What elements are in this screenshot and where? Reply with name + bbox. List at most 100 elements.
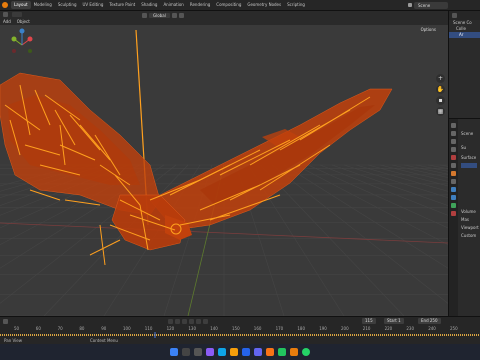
timeline-editor-icon[interactable] — [3, 319, 8, 324]
constraint-tab-icon[interactable] — [451, 195, 456, 200]
render-tab-icon[interactable] — [451, 131, 456, 136]
bone[interactable] — [89, 239, 121, 256]
modifier-tab-icon[interactable] — [451, 179, 456, 184]
object-menu[interactable]: Object — [14, 19, 33, 24]
timeline-tick-label: 160 — [253, 326, 262, 331]
timeline-tick-label: 220 — [384, 326, 393, 331]
timeline-tick-label: 100 — [123, 326, 131, 331]
workspace-tab-sculpting[interactable]: Sculpting — [55, 1, 80, 9]
data-tab-icon[interactable] — [451, 203, 456, 208]
current-frame-field[interactable]: 115 — [362, 318, 376, 324]
pivot-icon[interactable] — [171, 12, 177, 18]
snap-icon[interactable] — [178, 12, 184, 18]
transform-orientation[interactable]: Global — [142, 12, 184, 18]
windows-start-icon[interactable] — [170, 348, 178, 356]
navigation-gizmo[interactable] — [0, 25, 40, 61]
timeline-tick-label: 140 — [210, 326, 218, 331]
camera-view-icon[interactable]: ▪ — [436, 96, 445, 105]
workspace-tab-shading[interactable]: Shading — [138, 1, 160, 9]
viewport-options[interactable]: Options — [421, 27, 436, 32]
chat-icon[interactable] — [206, 348, 214, 356]
blender-logo-icon[interactable] — [2, 2, 8, 8]
pan-hand-icon[interactable]: ✋ — [436, 85, 445, 94]
orientation-icon — [142, 12, 147, 18]
task-view-icon[interactable] — [194, 348, 202, 356]
workspace-tab-animation[interactable]: Animation — [160, 1, 186, 9]
scene-selector[interactable]: Scene — [408, 2, 448, 9]
viewport-scene[interactable] — [0, 25, 448, 316]
physics-tab-icon[interactable] — [451, 187, 456, 192]
properties-panel: Scene Su Surface Volume Mas Viewport Cus… — [448, 118, 480, 316]
edge-browser-icon[interactable] — [218, 348, 226, 356]
frame-end-value: 250 — [429, 318, 438, 323]
timeline-tick-label: 150 — [232, 326, 240, 331]
scene-tab-icon[interactable] — [451, 155, 456, 160]
timeline-panel: 115 Start 1 End 250 50 60 70 80 90 100 110 120 1… — [0, 316, 480, 338]
chrome-icon[interactable] — [278, 348, 286, 356]
timeline-tick-label: 250 — [450, 326, 458, 331]
timeline-tick-label: 210 — [362, 326, 371, 331]
whatsapp-icon[interactable] — [302, 348, 310, 356]
workspace-tab-texture-paint[interactable]: Texture Paint — [106, 1, 138, 9]
timeline-tick-label: 230 — [406, 326, 415, 331]
3d-viewport[interactable]: Options + ✋ ▪ ▦ — [0, 25, 448, 316]
workspace-tab-geometry-nodes[interactable]: Geometry Nodes — [244, 1, 284, 9]
playback-controls — [168, 319, 208, 324]
workspace-tab-rendering[interactable]: Rendering — [187, 1, 213, 9]
prop-volume[interactable]: Volume — [461, 209, 476, 214]
prop-mas[interactable]: Mas — [461, 217, 469, 222]
workspace-tab-uv-editing[interactable]: UV Editing — [80, 1, 107, 9]
viewport-header: Global Add Object — [0, 11, 448, 25]
frame-start-label: Start — [387, 318, 397, 323]
timeline-tick-label: 90 — [101, 326, 107, 331]
material-tab-icon[interactable] — [451, 211, 456, 216]
blender-app-icon[interactable] — [290, 348, 298, 356]
timeline-tick-label: 170 — [275, 326, 284, 331]
timeline-tick-label: 60 — [35, 326, 41, 331]
play-reverse-icon[interactable] — [182, 319, 187, 324]
workspace-tab-modeling[interactable]: Modeling — [31, 1, 55, 9]
eagle-mesh[interactable] — [0, 72, 393, 251]
view-layer-tab-icon[interactable] — [451, 147, 456, 152]
prop-viewport[interactable]: Viewport — [461, 225, 479, 230]
timeline-tick-label: 240 — [428, 326, 436, 331]
prop-custom[interactable]: Custom — [461, 233, 476, 238]
workspace-tab-scripting[interactable]: Scripting — [284, 1, 308, 9]
add-menu[interactable]: Add — [0, 19, 14, 24]
zoom-icon[interactable]: + — [436, 74, 445, 83]
workspace-tab-layout[interactable]: Layout — [11, 1, 31, 9]
frame-start-field[interactable]: Start 1 — [384, 318, 404, 324]
outliner-header — [449, 11, 480, 20]
object-tab-icon[interactable] — [451, 171, 456, 176]
editor-type-icon[interactable] — [3, 12, 8, 17]
orientation-value[interactable]: Global — [149, 12, 170, 18]
os-taskbar — [0, 344, 480, 360]
workspace-tabs: Layout Modeling Sculpting UV Editing Texture… — [11, 1, 308, 9]
frame-end-label: End — [421, 318, 429, 323]
search-icon[interactable] — [182, 348, 190, 356]
frame-end-field[interactable]: End 250 — [418, 318, 441, 324]
next-key-icon[interactable] — [196, 319, 201, 324]
world-tab-icon[interactable] — [451, 163, 456, 168]
mode-selector[interactable] — [12, 12, 22, 17]
timeline-tick-label: 120 — [166, 326, 175, 331]
blender-taskbar-icon[interactable] — [266, 348, 274, 356]
scene-name: Scene — [418, 3, 431, 8]
jump-end-icon[interactable] — [203, 319, 208, 324]
outliner-editor-icon[interactable] — [452, 13, 457, 18]
outliner-armature[interactable]: Ar — [449, 32, 480, 38]
timeline-header: 115 Start 1 End 250 — [0, 317, 480, 326]
prop-surface[interactable]: Surface — [461, 155, 476, 160]
store-icon[interactable] — [242, 348, 250, 356]
jump-start-icon[interactable] — [168, 319, 173, 324]
file-explorer-icon[interactable] — [230, 348, 238, 356]
perspective-grid-icon[interactable]: ▦ — [436, 107, 445, 116]
app-icon[interactable] — [254, 348, 262, 356]
play-icon[interactable] — [189, 319, 194, 324]
prop-surface-value[interactable] — [461, 163, 477, 168]
workspace-tab-compositing[interactable]: Compositing — [213, 1, 244, 9]
bone[interactable] — [99, 224, 106, 266]
prev-key-icon[interactable] — [175, 319, 180, 324]
output-tab-icon[interactable] — [451, 139, 456, 144]
tool-tab-icon[interactable] — [451, 123, 456, 128]
